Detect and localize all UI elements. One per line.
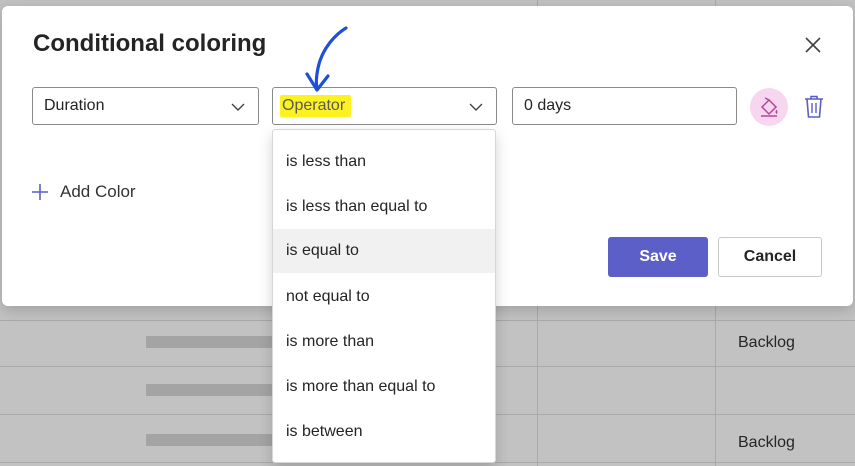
operator-select-placeholder: Operator [282, 97, 346, 114]
operator-dropdown-list: is less than is less than equal to is eq… [272, 129, 496, 463]
cancel-button[interactable]: Cancel [718, 237, 822, 277]
close-icon [805, 37, 821, 53]
add-color-button[interactable]: Add Color [30, 182, 136, 202]
operator-option[interactable]: is less than equal to [273, 185, 495, 229]
delete-rule-button[interactable] [802, 94, 826, 120]
value-input-text: 0 days [524, 97, 572, 114]
attribute-select[interactable]: Duration [32, 87, 259, 125]
arrow-annotation-icon [305, 26, 348, 92]
placeholder-bar [146, 384, 272, 396]
color-picker-button[interactable] [750, 88, 788, 126]
trash-icon [805, 95, 823, 118]
operator-option[interactable]: not equal to [273, 275, 495, 319]
placeholder-bar [146, 336, 272, 348]
operator-option[interactable]: is more than [273, 320, 495, 364]
operator-option-hovered[interactable]: is equal to [273, 229, 495, 273]
status-cell: Backlog [738, 434, 795, 451]
operator-option[interactable]: is less than [273, 140, 495, 184]
value-input[interactable]: 0 days [512, 87, 737, 125]
save-button[interactable]: Save [608, 237, 708, 277]
status-cell: Backlog [738, 334, 795, 351]
chevron-down-icon [469, 103, 483, 111]
add-color-label: Add Color [60, 182, 136, 201]
operator-option[interactable]: is between [273, 410, 495, 454]
paint-bucket-icon [760, 97, 778, 117]
placeholder-bar [146, 434, 272, 446]
operator-option[interactable]: is more than equal to [273, 365, 495, 409]
chevron-down-icon [231, 103, 245, 111]
dialog-title: Conditional coloring [33, 30, 267, 57]
plus-icon [32, 184, 48, 200]
attribute-select-value: Duration [44, 97, 105, 114]
close-button[interactable] [802, 34, 824, 56]
